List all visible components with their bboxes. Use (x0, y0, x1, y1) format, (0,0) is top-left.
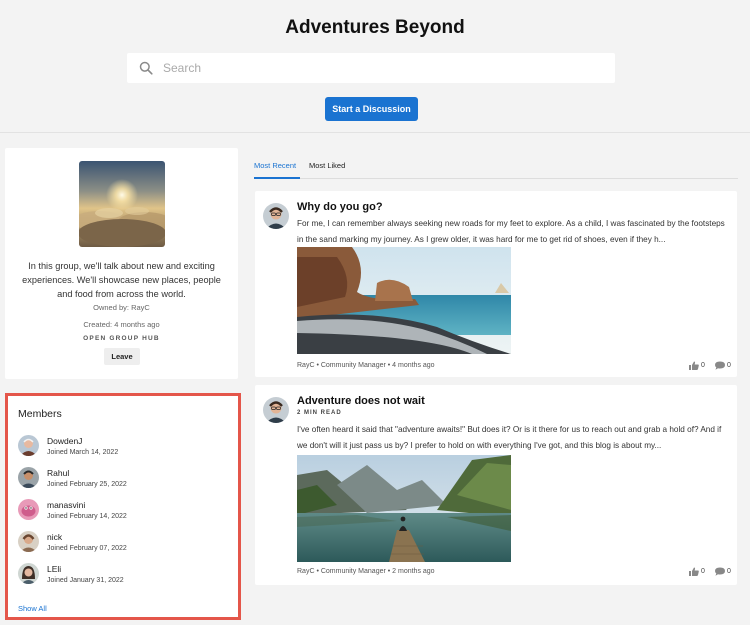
post-meta: RayC • Community Manager • 4 months ago (297, 362, 435, 369)
post-read-time: 2 MIN READ (297, 410, 342, 416)
post-title[interactable]: Why do you go? (297, 201, 383, 213)
author-avatar[interactable] (263, 203, 289, 229)
comment-count-value: 0 (727, 568, 731, 575)
like-count-value: 0 (701, 568, 705, 575)
post-image[interactable] (297, 455, 511, 562)
member-name[interactable]: manasvini (47, 500, 85, 510)
author-avatar[interactable] (263, 397, 289, 423)
member-joined-date: Joined March 14, 2022 (47, 449, 119, 456)
member-name[interactable]: nick (47, 532, 62, 542)
avatar[interactable] (18, 563, 39, 584)
group-cover-image (79, 161, 165, 247)
leave-button[interactable]: Leave (104, 348, 140, 365)
thumbs-up-icon[interactable] (689, 361, 699, 370)
comment-count-value: 0 (727, 362, 731, 369)
like-count[interactable]: 0 (689, 361, 705, 370)
member-item[interactable]: nick Joined February 07, 2022 (18, 531, 218, 555)
comment-count[interactable]: 0 (715, 567, 731, 576)
member-joined-date: Joined February 25, 2022 (47, 481, 127, 488)
member-item[interactable]: manasvini Joined February 14, 2022 (18, 499, 218, 523)
member-item[interactable]: LEli Joined January 31, 2022 (18, 563, 218, 587)
member-name[interactable]: Rahul (47, 468, 69, 478)
avatar[interactable] (18, 435, 39, 456)
active-tab-indicator (254, 177, 300, 179)
group-owner: Owned by: RayC (93, 303, 150, 312)
post-card[interactable]: Adventure does not wait 2 MIN READ I've … (255, 385, 737, 585)
post-title[interactable]: Adventure does not wait (297, 395, 425, 407)
like-count-value: 0 (701, 362, 705, 369)
comment-icon[interactable] (715, 567, 725, 576)
post-excerpt: I've often heard it said that "adventure… (297, 425, 722, 450)
show-all-members-link[interactable]: Show All (18, 604, 47, 613)
search-input[interactable] (163, 61, 583, 75)
member-name[interactable]: DowdenJ (47, 436, 82, 446)
members-title: Members (18, 408, 62, 420)
member-item[interactable]: DowdenJ Joined March 14, 2022 (18, 435, 218, 459)
like-count[interactable]: 0 (689, 567, 705, 576)
post-image[interactable] (297, 247, 511, 354)
avatar[interactable] (18, 531, 39, 552)
search-bar[interactable] (127, 53, 615, 83)
group-created: Created: 4 months ago (83, 320, 160, 329)
comment-icon[interactable] (715, 361, 725, 370)
member-item[interactable]: Rahul Joined February 25, 2022 (18, 467, 218, 491)
post-card[interactable]: Why do you go? For me, I can remember al… (255, 191, 737, 377)
avatar[interactable] (18, 467, 39, 488)
thumbs-up-icon[interactable] (689, 567, 699, 576)
post-meta: RayC • Community Manager • 2 months ago (297, 568, 435, 575)
group-title: Adventures Beyond (285, 17, 465, 38)
discussion-tabs: Most Recent Most Liked (254, 157, 738, 179)
group-hub-type: OPEN GROUP HUB (83, 335, 160, 342)
member-joined-date: Joined February 07, 2022 (47, 545, 127, 552)
group-description: In this group, we'll talk about new and … (22, 261, 221, 299)
avatar[interactable] (18, 499, 39, 520)
comment-count[interactable]: 0 (715, 361, 731, 370)
tab-most-liked[interactable]: Most Liked (309, 161, 345, 170)
member-joined-date: Joined January 31, 2022 (47, 577, 124, 584)
tab-most-recent[interactable]: Most Recent (254, 161, 296, 170)
members-card: Members DowdenJ Joined March 14, 2022 Ra… (5, 393, 241, 620)
group-header: Adventures Beyond Start a Discussion (0, 0, 750, 133)
member-joined-date: Joined February 14, 2022 (47, 513, 127, 520)
member-name[interactable]: LEli (47, 564, 61, 574)
start-discussion-button[interactable]: Start a Discussion (325, 97, 418, 121)
search-icon (139, 61, 153, 75)
group-about-card: In this group, we'll talk about new and … (5, 148, 238, 379)
post-excerpt: For me, I can remember always seeking ne… (297, 219, 725, 244)
